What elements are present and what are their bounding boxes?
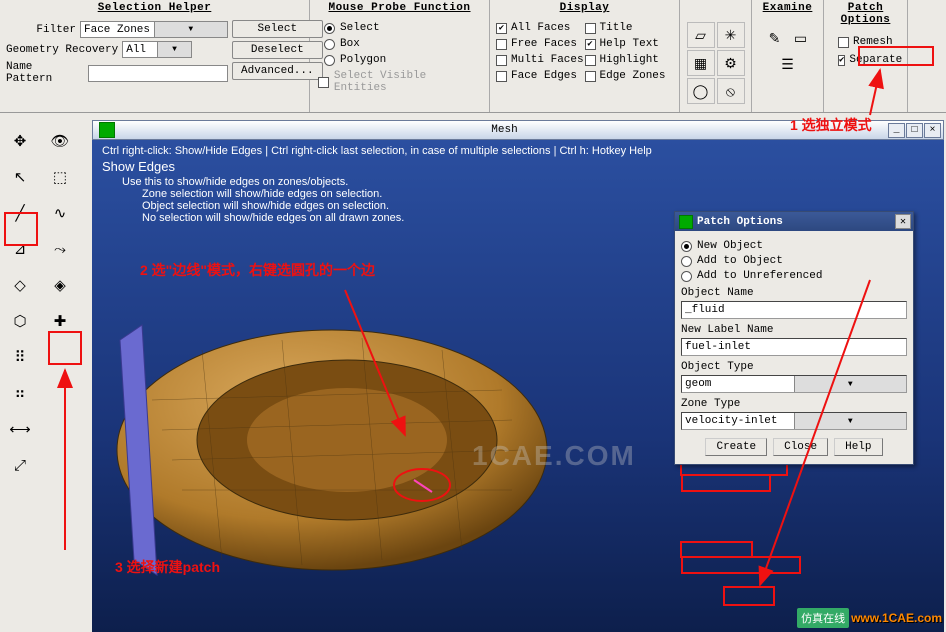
- square-icon[interactable]: ◇: [5, 270, 35, 300]
- display-section: Display All Faces Free Faces Multi Faces…: [490, 0, 680, 112]
- probe-select-radio[interactable]: Select: [316, 22, 483, 34]
- patch-options-title: Patch Options: [830, 0, 901, 30]
- remesh-check[interactable]: Remesh: [838, 36, 901, 48]
- anno-3: 3 选择新建patch: [115, 557, 220, 577]
- chevron-down-icon: ▼: [794, 413, 907, 429]
- dialog-icon: [679, 215, 693, 229]
- help-button[interactable]: Help: [834, 438, 882, 456]
- face-edges-check[interactable]: Face Edges: [496, 70, 585, 82]
- logo-cn: 仿真在线: [797, 608, 849, 628]
- zone-type-select[interactable]: velocity-inlet▼: [681, 412, 907, 430]
- mouse-probe-section: Mouse Probe Function Select Box Polygon …: [310, 0, 490, 112]
- new-label-label: New Label Name: [681, 324, 907, 336]
- eye-icon[interactable]: 👁: [45, 126, 75, 156]
- loop-icon[interactable]: ◯: [687, 78, 715, 104]
- watermark: 1CAE.COM: [472, 440, 636, 472]
- filter-label: Filter: [6, 24, 76, 36]
- list-icon[interactable]: ☰: [776, 52, 800, 76]
- name-pattern-input[interactable]: [88, 65, 228, 82]
- separate-check[interactable]: Separate: [838, 54, 901, 66]
- geom-recovery-dropdown[interactable]: All ▼: [122, 41, 192, 58]
- filter-value: Face Zones: [81, 24, 154, 36]
- name-pattern-label: Name Pattern: [6, 61, 84, 85]
- highlight-check[interactable]: Highlight: [585, 54, 674, 66]
- chevron-down-icon[interactable]: ▼: [157, 42, 192, 57]
- curve-icon[interactable]: ∿: [45, 198, 75, 228]
- help-text-check[interactable]: Help Text: [585, 38, 674, 50]
- new-object-radio[interactable]: New Object: [681, 240, 907, 252]
- gear-icon[interactable]: ⚙: [717, 50, 745, 76]
- view-icons-section: ▱ ✳ ▦ ⚙ ◯ ⦸: [680, 0, 752, 112]
- top-toolbar: Selection Helper Filter Face Zones ▼ Geo…: [0, 0, 946, 113]
- select-arrow-icon[interactable]: ↖: [5, 162, 35, 192]
- cube-icon[interactable]: ⬡: [5, 306, 35, 336]
- object-name-label: Object Name: [681, 287, 907, 299]
- chevron-down-icon: ▼: [794, 376, 907, 392]
- dots-icon[interactable]: ⠿: [5, 342, 35, 372]
- dialog-title-bar[interactable]: Patch Options ✕: [675, 212, 913, 231]
- patch-options-section: Patch Options Remesh Separate: [824, 0, 908, 112]
- minimize-button[interactable]: _: [888, 123, 905, 138]
- zone-type-label: Zone Type: [681, 398, 907, 410]
- display-title: Display: [496, 0, 673, 18]
- ruler2-icon[interactable]: ⤢: [5, 450, 35, 480]
- rect-icon[interactable]: ▭: [789, 26, 813, 50]
- patch-options-dialog: Patch Options ✕ New Object Add to Object…: [674, 211, 914, 465]
- selection-helper-section: Selection Helper Filter Face Zones ▼ Geo…: [0, 0, 310, 112]
- dialog-close-button[interactable]: ✕: [895, 214, 911, 229]
- line-icon[interactable]: ╱: [5, 198, 35, 228]
- filter-dropdown[interactable]: Face Zones ▼: [80, 21, 228, 38]
- geom-recovery-value: All: [123, 44, 157, 56]
- anno-1: 1 选独立模式: [790, 115, 872, 135]
- free-faces-check[interactable]: Free Faces: [496, 38, 585, 50]
- multi-faces-check[interactable]: Multi Faces: [496, 54, 585, 66]
- close-button[interactable]: Close: [773, 438, 828, 456]
- mesh-title: Mesh: [121, 124, 888, 136]
- probe-polygon-radio[interactable]: Polygon: [316, 54, 483, 66]
- plus-icon[interactable]: ✚: [45, 306, 75, 336]
- all-faces-check[interactable]: All Faces: [496, 22, 585, 34]
- logo-url: www.1CAE.com: [851, 611, 942, 625]
- anno-2: 2 选"边线"模式，右键选圆孔的一个边: [140, 260, 375, 280]
- edit-icon[interactable]: ✎: [763, 26, 787, 50]
- app-icon: [99, 122, 115, 138]
- side-toolbar: ✥ ↖ ╱ ⊿ ◇ ⬡ ⠿ ⠶ ⟷ ⤢ 👁 ⬚ ∿ ⤳ ◈ ✚: [0, 120, 80, 486]
- create-button[interactable]: Create: [705, 438, 767, 456]
- triangle-icon[interactable]: ⊿: [5, 234, 35, 264]
- edge-zones-check[interactable]: Edge Zones: [585, 70, 674, 82]
- ruler1-icon[interactable]: ⟷: [5, 414, 35, 444]
- dialog-title: Patch Options: [697, 216, 895, 228]
- site-logo: 仿真在线 www.1CAE.com: [797, 608, 942, 628]
- mesh-icon[interactable]: ▦: [687, 50, 715, 76]
- add-to-object-radio[interactable]: Add to Object: [681, 255, 907, 267]
- examine-section: Examine ✎ ▭ ☰: [752, 0, 824, 112]
- box3d-icon[interactable]: ⬚: [45, 162, 75, 192]
- axis-icon[interactable]: ✥: [5, 126, 35, 156]
- chevron-down-icon[interactable]: ▼: [154, 22, 228, 37]
- object-type-select[interactable]: geom▼: [681, 375, 907, 393]
- geom-recovery-label: Geometry Recovery: [6, 44, 118, 56]
- selection-helper-title: Selection Helper: [6, 0, 303, 18]
- select-dots-icon[interactable]: ⠶: [5, 378, 35, 408]
- object-name-input[interactable]: [681, 301, 907, 319]
- new-label-input[interactable]: [681, 338, 907, 356]
- hide-icon[interactable]: ⦸: [717, 78, 745, 104]
- probe-box-radio[interactable]: Box: [316, 38, 483, 50]
- polyline-icon[interactable]: ⤳: [45, 234, 75, 264]
- object-type-label: Object Type: [681, 361, 907, 373]
- surface-icon[interactable]: ◈: [45, 270, 75, 300]
- add-to-unref-radio[interactable]: Add to Unreferenced: [681, 270, 907, 282]
- burst-icon[interactable]: ✳: [717, 22, 745, 48]
- title-check[interactable]: Title: [585, 22, 674, 34]
- examine-title: Examine: [763, 0, 813, 18]
- close-button[interactable]: ×: [924, 123, 941, 138]
- visible-entities-check[interactable]: Select Visible Entities: [316, 70, 483, 94]
- box-icon[interactable]: ▱: [687, 22, 715, 48]
- mouse-probe-title: Mouse Probe Function: [316, 0, 483, 18]
- maximize-button[interactable]: □: [906, 123, 923, 138]
